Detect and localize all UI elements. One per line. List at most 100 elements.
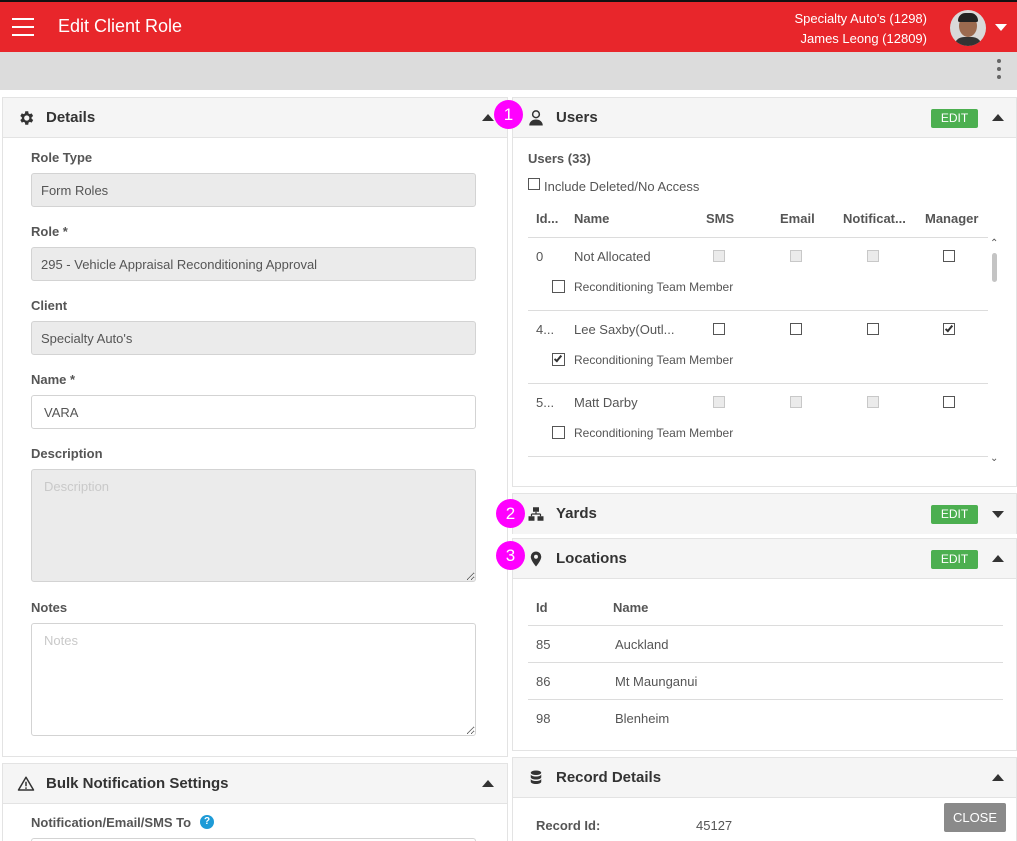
map-marker-icon — [530, 551, 542, 567]
team-member-label: Reconditioning Team Member — [574, 426, 734, 440]
collapse-icon[interactable] — [992, 555, 1004, 562]
role-type-label: Role Type — [31, 150, 93, 165]
record-id-value: 45127 — [696, 818, 733, 833]
sms-checkbox[interactable] — [713, 323, 725, 335]
client-label: Client — [31, 298, 68, 313]
role-field — [31, 247, 476, 281]
collapse-icon[interactable] — [992, 774, 1004, 781]
manager-checkbox[interactable] — [943, 323, 955, 335]
users-header[interactable]: Users EDIT — [513, 98, 1016, 138]
locations-header[interactable]: Locations EDIT — [513, 539, 1016, 579]
col-manager[interactable]: Manager — [925, 211, 978, 226]
annotation-badge-3: 3 — [496, 541, 525, 570]
location-name: Auckland — [615, 637, 669, 652]
locations-panel: Locations EDIT — [512, 538, 1017, 751]
team-member-checkbox[interactable] — [552, 280, 565, 293]
notes-label: Notes — [31, 600, 68, 615]
notes-field[interactable] — [31, 623, 476, 736]
account-dropdown-icon[interactable] — [995, 24, 1007, 31]
locations-edit-button[interactable]: EDIT — [931, 550, 978, 569]
users-count: Users (33) — [528, 151, 591, 166]
more-options-icon[interactable] — [996, 59, 1002, 83]
col-sms[interactable]: SMS — [706, 211, 734, 226]
scrollbar-thumb[interactable] — [992, 253, 997, 282]
role-type-field — [31, 173, 476, 207]
sms-checkbox — [713, 250, 725, 262]
location-id: 98 — [536, 711, 551, 726]
name-label: Name * — [31, 372, 76, 387]
location-id: 86 — [536, 674, 551, 689]
notification-checkbox — [867, 396, 879, 408]
user-id: 5... — [536, 395, 555, 410]
toolbar — [0, 52, 1017, 90]
include-deleted-checkbox[interactable] — [528, 178, 540, 190]
yards-header[interactable]: Yards EDIT — [513, 494, 1016, 534]
col-name[interactable]: Name — [574, 211, 609, 226]
account-client: Specialty Auto's (1298) — [794, 11, 927, 26]
col-notification[interactable]: Notificat... — [843, 211, 906, 226]
record-id-label: Record Id: — [536, 818, 601, 833]
page-title: Edit Client Role — [58, 16, 183, 36]
notification-checkbox — [867, 250, 879, 262]
user-name: Lee Saxby(Outl... — [574, 322, 675, 337]
user-icon — [529, 110, 543, 126]
role-label: Role * — [31, 224, 68, 239]
details-header[interactable]: Details — [3, 98, 507, 138]
email-checkbox[interactable] — [790, 323, 802, 335]
record-details-header[interactable]: Record Details — [513, 758, 1016, 798]
locations-title: Locations — [556, 550, 627, 567]
help-icon[interactable]: ? — [200, 815, 214, 829]
location-id: 85 — [536, 637, 551, 652]
scroll-down-icon[interactable]: ⌄ — [990, 454, 1000, 464]
location-name: Blenheim — [615, 711, 670, 726]
menu-icon[interactable] — [12, 18, 34, 36]
bulk-notification-title: Bulk Notification Settings — [46, 775, 229, 792]
user-id: 4... — [536, 322, 555, 337]
annotation-badge-1: 1 — [494, 100, 523, 129]
description-label: Description — [31, 446, 103, 461]
notification-checkbox[interactable] — [867, 323, 879, 335]
scroll-up-icon[interactable]: ⌃ — [990, 239, 1000, 249]
annotation-badge-2: 2 — [496, 499, 525, 528]
yards-edit-button[interactable]: EDIT — [931, 505, 978, 524]
team-member-label: Reconditioning Team Member — [574, 280, 734, 294]
team-member-checkbox[interactable] — [552, 353, 565, 366]
email-checkbox — [790, 250, 802, 262]
team-member-checkbox[interactable] — [552, 426, 565, 439]
col-id[interactable]: Id... — [536, 211, 558, 226]
collapse-icon[interactable] — [482, 114, 494, 121]
description-field[interactable] — [31, 469, 476, 582]
include-deleted-label: Include Deleted/No Access — [544, 179, 700, 194]
name-field[interactable] — [31, 395, 476, 429]
warning-icon — [17, 776, 35, 791]
close-button[interactable]: CLOSE — [944, 803, 1006, 832]
user-name: Not Allocated — [574, 249, 651, 264]
bulk-notification-header[interactable]: Bulk Notification Settings — [3, 764, 507, 804]
record-details-title: Record Details — [556, 769, 662, 786]
col-location-name[interactable]: Name — [613, 600, 648, 615]
details-title: Details — [46, 109, 96, 126]
avatar[interactable] — [950, 10, 986, 46]
gear-icon — [20, 111, 34, 125]
yards-panel: Yards EDIT — [512, 493, 1017, 534]
app-header: Edit Client Role Specialty Auto's (1298)… — [0, 0, 1017, 52]
users-title: Users — [556, 109, 598, 126]
collapse-icon[interactable] — [482, 780, 494, 787]
collapse-icon[interactable] — [992, 114, 1004, 121]
users-edit-button[interactable]: EDIT — [931, 109, 978, 128]
col-email[interactable]: Email — [780, 211, 815, 226]
account-info: Specialty Auto's (1298) James Leong (128… — [794, 9, 927, 49]
yards-title: Yards — [556, 505, 597, 522]
sitemap-icon — [528, 507, 544, 521]
team-member-label: Reconditioning Team Member — [574, 353, 734, 367]
user-name: Matt Darby — [574, 395, 638, 410]
location-name: Mt Maunganui — [615, 674, 698, 689]
account-user: James Leong (12809) — [800, 31, 927, 46]
manager-checkbox[interactable] — [943, 250, 955, 262]
col-location-id[interactable]: Id — [536, 600, 548, 615]
expand-icon[interactable] — [992, 511, 1004, 518]
client-field — [31, 321, 476, 355]
manager-checkbox[interactable] — [943, 396, 955, 408]
database-icon — [530, 770, 542, 784]
notification-to-label: Notification/Email/SMS To — [31, 815, 192, 830]
